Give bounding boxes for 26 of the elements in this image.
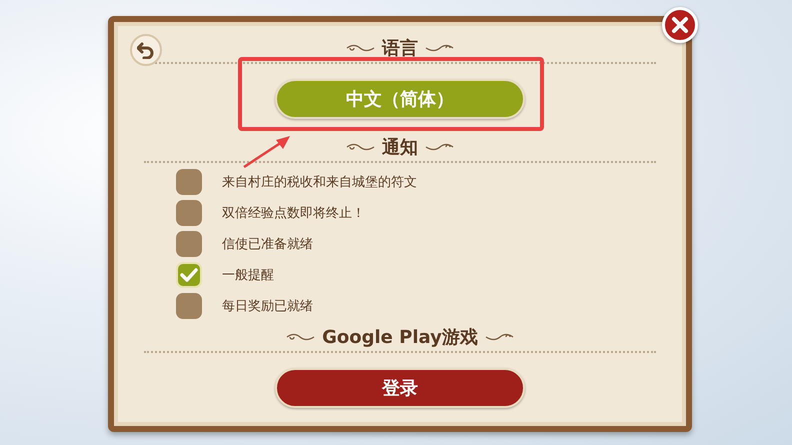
section-heading: 语言	[382, 37, 418, 60]
flourish-icon	[424, 142, 454, 152]
notification-label: 来自村庄的税收和来自城堡的符文	[222, 174, 417, 191]
flourish-icon	[346, 43, 376, 53]
checkbox[interactable]	[176, 200, 202, 226]
checkbox[interactable]	[176, 262, 202, 288]
section-heading: Google Play游戏	[322, 326, 478, 349]
notification-label: 每日奖励已就绪	[222, 298, 313, 315]
close-button[interactable]	[662, 7, 698, 43]
flourish-icon	[484, 332, 514, 342]
checkbox[interactable]	[176, 169, 202, 195]
notification-label: 信使已准备就绪	[222, 236, 313, 253]
annotation-arrow	[242, 134, 292, 168]
section-heading: 通知	[382, 136, 418, 159]
back-button[interactable]	[130, 34, 162, 66]
login-button[interactable]: 登录	[275, 368, 525, 408]
return-arrow-icon	[137, 41, 155, 59]
flourish-icon	[286, 332, 316, 342]
notification-label: 一般提醒	[222, 267, 274, 284]
checkbox[interactable]	[176, 231, 202, 257]
notification-label: 双倍经验点数即将终止！	[222, 205, 365, 222]
flourish-icon	[346, 142, 376, 152]
close-icon	[671, 16, 689, 34]
checkmark-icon	[180, 268, 198, 282]
checkbox[interactable]	[176, 293, 202, 319]
flourish-icon	[424, 43, 454, 53]
